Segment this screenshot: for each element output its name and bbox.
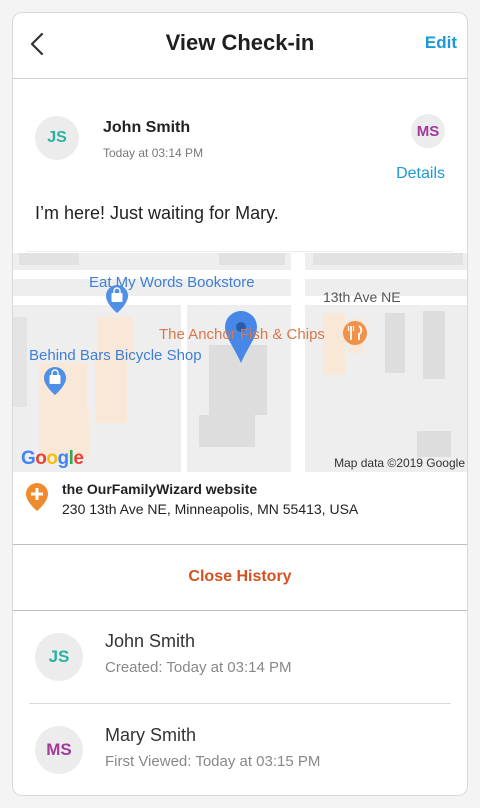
close-history-button[interactable]: Close History: [13, 568, 467, 586]
divider: [13, 544, 467, 545]
location-plus-icon: [26, 483, 48, 511]
poi-label[interactable]: The Anchor Fish & Chips: [159, 326, 325, 343]
poi-label[interactable]: Behind Bars Bicycle Shop: [29, 347, 202, 364]
history-name: John Smith: [105, 631, 196, 651]
divider: [13, 610, 467, 611]
street-label: 13th Ave NE: [323, 289, 401, 305]
map-view[interactable]: Eat My Words Bookstore Behind Bars Bicyc…: [13, 253, 467, 472]
google-logo: Google: [21, 448, 84, 469]
map-attribution: Map data ©2019 Google: [334, 456, 465, 470]
history-detail: Created: Today at 03:14 PM: [105, 659, 292, 676]
recipient-avatar[interactable]: MS: [411, 114, 445, 148]
checkin-card: View Check-in Edit JS John Smith Today a…: [12, 12, 468, 796]
author-avatar: JS: [35, 116, 79, 160]
history-avatar: JS: [35, 633, 83, 681]
top-bar: View Check-in Edit: [13, 13, 467, 79]
restaurant-marker-icon: [343, 321, 367, 345]
divider: [27, 251, 453, 252]
divider: [29, 703, 451, 704]
checkin-message: I’m here! Just waiting for Mary.: [35, 203, 279, 223]
checkin-timestamp: Today at 03:14 PM: [103, 146, 204, 160]
history-detail: First Viewed: Today at 03:15 PM: [105, 753, 321, 770]
poi-label[interactable]: Eat My Words Bookstore: [89, 274, 255, 291]
location-address: 230 13th Ave NE, Minneapolis, MN 55413, …: [62, 501, 359, 517]
location-name: the OurFamilyWizard website: [62, 481, 258, 497]
history-name: Mary Smith: [105, 725, 197, 745]
page-title: View Check-in: [165, 30, 315, 55]
edit-button[interactable]: Edit: [425, 33, 457, 53]
details-link[interactable]: Details: [396, 165, 445, 183]
author-name: John Smith: [103, 119, 191, 136]
history-avatar: MS: [35, 726, 83, 774]
